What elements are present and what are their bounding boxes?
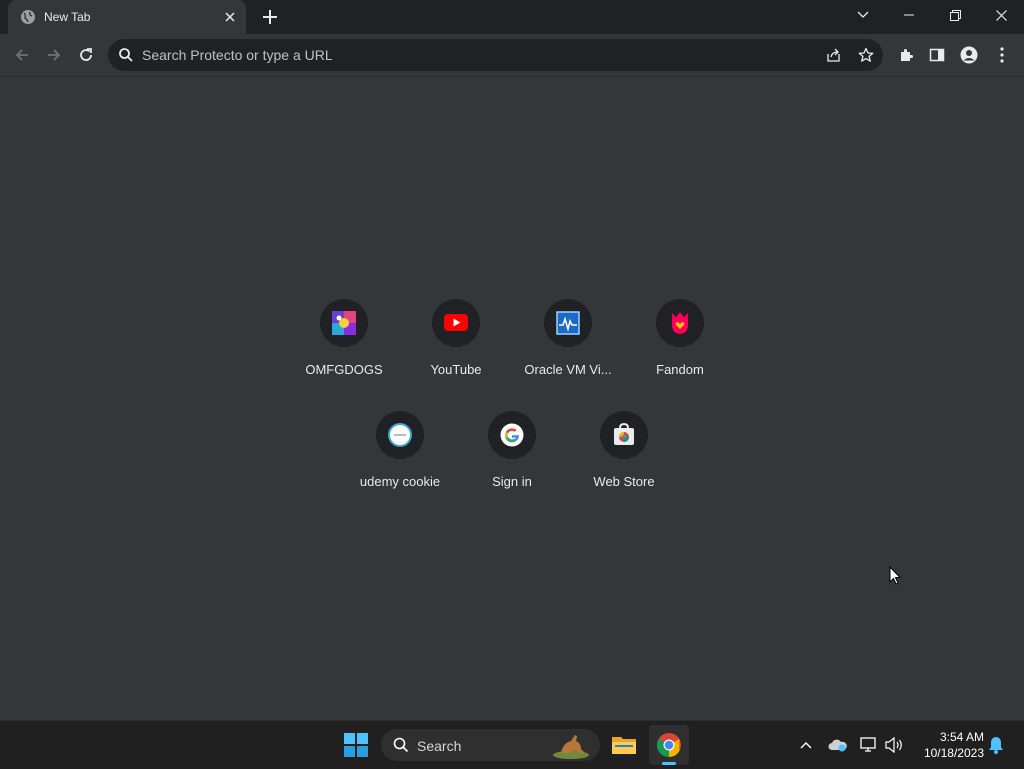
shortcut-label: Sign in [492,474,532,489]
close-tab-icon[interactable] [220,7,240,27]
file-explorer-button[interactable] [604,725,644,765]
onedrive-cloud-icon[interactable] [826,733,850,757]
shortcut-label: Fandom [656,362,704,377]
tab-new-tab[interactable]: New Tab [8,0,246,34]
network-icon[interactable] [857,733,881,757]
taskbar-clock[interactable]: 3:54 AM 10/18/2023 [912,729,984,761]
tab-search-chevron-icon[interactable] [840,0,886,30]
share-icon[interactable] [822,43,846,67]
close-window-button[interactable] [978,0,1024,30]
profile-avatar-icon[interactable] [957,43,981,67]
shortcut-sign-in[interactable]: Sign in [456,411,568,523]
shortcut-fandom[interactable]: Fandom [624,299,736,411]
shortcut-label: Web Store [593,474,655,489]
shortcut-label: YouTube [430,362,482,377]
shortcut-label: udemy cookie [359,474,441,489]
bookmark-star-icon[interactable] [854,43,878,67]
reload-button[interactable] [72,41,100,69]
clock-time: 3:54 AM [939,730,984,744]
chrome-icon [656,733,681,757]
forward-button[interactable] [40,41,68,69]
shortcut-label: OMFGDOGS [305,362,383,377]
windows-logo-icon [344,733,368,757]
new-tab-button[interactable] [258,6,282,28]
google-icon [500,423,524,447]
globe-icon [21,10,35,24]
shortcut-youtube[interactable]: YouTube [400,299,512,411]
oracle-vm-icon [556,311,580,335]
notification-bell-icon[interactable] [984,733,1008,757]
search-icon [119,48,133,62]
shortcut-oracle-vm[interactable]: Oracle VM Vi... [512,299,624,411]
tab-title: New Tab [44,10,91,24]
folder-icon [612,737,636,754]
omnibox[interactable] [108,39,883,71]
address-input[interactable] [142,39,782,71]
chrome-taskbar-button[interactable] [649,725,689,765]
omfgdogs-icon [332,311,356,335]
volume-speaker-icon[interactable] [882,733,906,757]
search-icon [393,737,409,753]
active-app-indicator [662,762,676,765]
shortcut-web-store[interactable]: Web Store [568,411,680,523]
browser-toolbar [0,34,1024,77]
youtube-icon [444,314,468,331]
shortcut-label: Oracle VM Vi... [524,362,612,377]
search-highlight-kangaroo-icon [553,735,589,759]
restore-button[interactable] [932,0,978,30]
mouse-cursor-icon [889,566,901,585]
udemy-cookie-icon [388,423,412,447]
taskbar-search-box[interactable]: Search [381,729,600,761]
minimize-button[interactable] [886,0,932,30]
show-hidden-icons-chevron-icon[interactable] [794,733,818,757]
clock-date: 10/18/2023 [923,746,984,760]
shortcut-omfgdogs[interactable]: OMFGDOGS [288,299,400,411]
tab-strip: New Tab [0,0,1024,34]
fandom-icon [672,312,688,334]
taskbar-search-label: Search [417,738,462,754]
taskbar: Search 3:54 AM 10/18/2023 [0,720,1024,769]
more-menu-icon[interactable] [990,43,1014,67]
start-button[interactable] [336,725,376,765]
shortcut-udemy-cookie[interactable]: udemy cookie [344,411,456,523]
extensions-puzzle-icon[interactable] [894,43,918,67]
web-store-icon [614,423,634,445]
side-panel-icon[interactable] [925,43,949,67]
back-button[interactable] [8,41,36,69]
